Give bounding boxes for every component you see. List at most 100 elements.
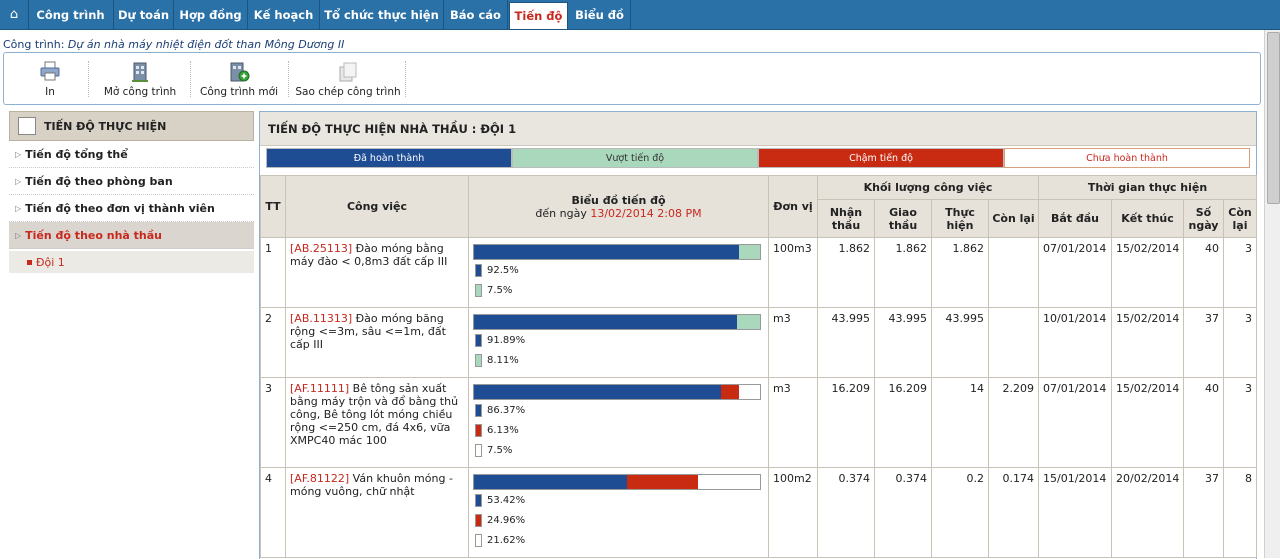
progress-percent-row: 24.96%	[473, 510, 764, 530]
arrow-right-icon: ▷	[15, 149, 22, 159]
progress-swatch-over	[475, 283, 482, 297]
table-row: 3 [AF.11111] Bê tông sản xuất bằng máy tr…	[260, 377, 1258, 468]
scrollbar-thumb[interactable]	[1267, 32, 1280, 204]
task-code[interactable]: [AF.81122]	[290, 472, 349, 485]
sidebar: TIẾN ĐỘ THỰC HIỆN ▷ Tiến độ tổng thể ▷ T…	[9, 111, 254, 273]
progress-segment-done	[474, 315, 737, 329]
tab-hop-dong[interactable]: Hợp đồng	[174, 0, 248, 29]
home-icon[interactable]: ⌂	[0, 0, 29, 29]
arrow-right-icon: ▷	[15, 203, 22, 213]
header-chart: Biểu đồ tiến độ đến ngày 13/02/2014 2:08…	[468, 175, 769, 238]
task-code[interactable]: [AB.11313]	[290, 312, 352, 325]
open-project-button[interactable]: Mở công trình	[100, 53, 180, 104]
progress-percent-row: 53.42%	[473, 490, 764, 510]
sidebar-item-overall[interactable]: ▷ Tiến độ tổng thể	[9, 141, 254, 168]
sidebar-item-label: Tiến độ tổng thể	[25, 147, 128, 161]
progress-swatch-done	[475, 403, 482, 417]
tab-tien-do[interactable]: Tiến độ	[509, 2, 568, 29]
sidebar-item-label: Tiến độ theo phòng ban	[25, 174, 173, 188]
tab-cong-trinh[interactable]: Công trình	[28, 0, 114, 29]
progress-percent-row: 86.37%	[473, 400, 764, 420]
row-days: 40	[1183, 237, 1224, 308]
sidebar-item-member-unit[interactable]: ▷ Tiến độ theo đơn vị thành viên	[9, 195, 254, 222]
building-icon	[132, 62, 148, 82]
header-received: Nhận thầu	[817, 199, 875, 238]
toolbar-divider	[405, 61, 406, 97]
tab-to-chuc-thuc-hien[interactable]: Tổ chức thực hiện	[320, 0, 444, 29]
sidebar-subitem-team-1[interactable]: Đội 1	[9, 251, 254, 273]
row-unit: 100m3	[768, 237, 818, 308]
header-volume: Khối lượng công việc	[817, 175, 1039, 200]
row-unit: m3	[768, 307, 818, 378]
row-assigned: 16.209	[874, 377, 932, 468]
table-row: 4 [AF.81122] Ván khuôn móng - móng vuông,…	[260, 467, 1258, 558]
breadcrumb-value: Dự án nhà máy nhiệt điện đốt than Mông D…	[67, 38, 345, 51]
legend-done: Đã hoàn thành	[266, 148, 512, 168]
arrow-right-icon: ▷	[15, 230, 22, 240]
progress-percent-label: 6.13%	[487, 424, 519, 436]
sidebar-header-label: TIẾN ĐỘ THỰC HIỆN	[44, 119, 167, 133]
row-done: 1.862	[931, 237, 989, 308]
progress-swatch-done	[475, 263, 482, 277]
progress-swatch-late	[475, 513, 482, 527]
sidebar-item-label: Tiến độ theo nhà thầu	[25, 228, 163, 242]
row-received: 16.209	[817, 377, 875, 468]
bullet-icon	[27, 259, 32, 265]
print-button[interactable]: In	[22, 53, 78, 104]
row-start: 07/01/2014	[1038, 377, 1112, 468]
tab-ke-hoach[interactable]: Kế hoạch	[248, 0, 320, 29]
progress-percent-label: 21.62%	[487, 534, 526, 546]
row-assigned: 43.995	[874, 307, 932, 378]
row-received: 1.862	[817, 237, 875, 308]
legend: Đã hoàn thành Vượt tiến độ Chậm tiến độ …	[266, 148, 1252, 170]
progress-swatch-over	[475, 353, 482, 367]
row-days: 37	[1183, 307, 1224, 378]
row-start: 15/01/2014	[1038, 467, 1112, 558]
progress-segment-late	[626, 475, 699, 489]
legend-notdone: Chưa hoàn thành	[1004, 148, 1250, 168]
progress-swatch-done	[475, 333, 482, 347]
progress-percent-label: 86.37%	[487, 404, 526, 416]
tab-du-toan[interactable]: Dự toán	[114, 0, 174, 29]
progress-percent-row: 91.89%	[473, 330, 764, 350]
copy-project-label: Sao chép công trình	[295, 86, 401, 98]
progress-bar	[473, 244, 761, 260]
progress-percent-label: 24.96%	[487, 514, 526, 526]
progress-segment-notdone	[698, 475, 760, 489]
sidebar-item-department[interactable]: ▷ Tiến độ theo phòng ban	[9, 168, 254, 195]
progress-table: TT Công việc Biểu đồ tiến độ đến ngày 13…	[260, 175, 1258, 558]
copy-project-button[interactable]: Sao chép công trình	[292, 53, 404, 104]
header-assigned: Giao thầu	[874, 199, 932, 238]
row-received: 43.995	[817, 307, 875, 378]
row-assigned: 0.374	[874, 467, 932, 558]
task-code[interactable]: [AF.11111]	[290, 382, 349, 395]
header-remain: Còn lại	[988, 199, 1039, 238]
header-time: Thời gian thực hiện	[1037, 175, 1258, 200]
task-code[interactable]: [AB.25113]	[290, 242, 352, 255]
progress-swatch-notdone	[475, 443, 482, 457]
header-task: Công việc	[285, 175, 469, 238]
header-done: Thực hiện	[931, 199, 989, 238]
tab-bao-cao[interactable]: Báo cáo	[444, 0, 508, 29]
progress-percent-label: 8.11%	[487, 354, 519, 366]
progress-percent-row: 6.13%	[473, 420, 764, 440]
row-tt: 2	[260, 307, 286, 378]
row-remain: 2.209	[988, 377, 1039, 468]
progress-percent-row: 8.11%	[473, 350, 764, 370]
table-row: 2 [AB.11313] Đào móng băng rộng <=3m, sâu…	[260, 307, 1258, 378]
progress-percent-row: 21.62%	[473, 530, 764, 550]
progress-swatch-late	[475, 423, 482, 437]
row-received: 0.374	[817, 467, 875, 558]
new-project-button[interactable]: Công trình mới	[196, 53, 282, 104]
progress-segment-notdone	[738, 385, 760, 399]
vertical-scrollbar[interactable]	[1264, 30, 1280, 558]
header-days: Số ngày	[1183, 199, 1224, 238]
tab-bieu-do[interactable]: Biểu đồ	[569, 0, 631, 29]
row-task: [AF.81122] Ván khuôn móng - móng vuông, …	[285, 467, 469, 558]
table-row: 1 [AB.25113] Đào móng bằng máy đào < 0,8m…	[260, 237, 1258, 308]
sidebar-item-contractor[interactable]: ▷ Tiến độ theo nhà thầu	[9, 222, 254, 249]
row-remain: 0.174	[988, 467, 1039, 558]
main-panel: TIẾN ĐỘ THỰC HIỆN NHÀ THẦU : ĐỘI 1 Đã ho…	[259, 111, 1258, 559]
row-progress-chart: 92.5% 7.5%	[468, 237, 769, 308]
copy-icon	[339, 62, 357, 82]
